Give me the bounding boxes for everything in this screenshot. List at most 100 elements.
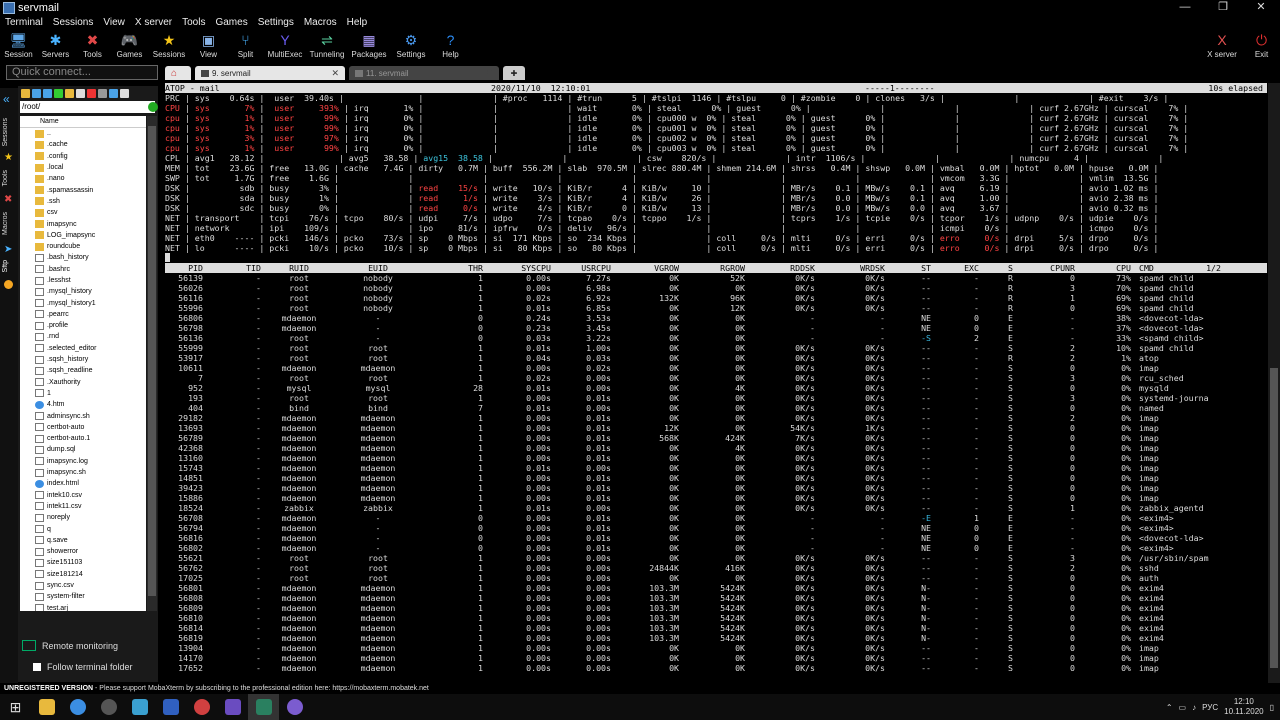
table-row[interactable]: 17025- root root 1 0.00s 0.00s 0K 0K 0K/s 0K/s -- -… [165, 573, 1267, 583]
packages-button[interactable]: ▦ Packages [348, 29, 390, 63]
list-item[interactable]: .nano [20, 173, 146, 184]
games-button[interactable]: 🎮 Games [111, 29, 148, 63]
taskbar-app-3[interactable] [93, 694, 124, 720]
collapse-icon[interactable]: « [3, 92, 10, 106]
list-item[interactable]: .Xauthority [20, 377, 146, 388]
table-row[interactable]: 56810 - mdaemon mdaemon 1 0.00s 0.00s 103.3M 542… [165, 613, 1267, 623]
menu-terminal[interactable]: Terminal [0, 17, 48, 28]
x-server-button[interactable]: X X server [1201, 29, 1243, 59]
table-row[interactable]: 39423 - mdaemon mdaemon 1 0.00s 0.01s 0K 0K 0K/s 0… [165, 483, 1267, 493]
table-row[interactable]: 29182 - mdaemon mdaemon 1 0.00s 0.01s 0K 0K 0K/s 0… [165, 413, 1267, 423]
home-tab[interactable]: ⌂ [165, 66, 191, 80]
table-row[interactable]: 10611 - mdaemon mdaemon 1 0.00s 0.02s 0K 0K 0K/s 0… [165, 363, 1267, 373]
table-row[interactable]: 56809 - mdaemon mdaemon 1 0.00s 0.00s 103.3M 542… [165, 603, 1267, 613]
status-text[interactable]: - Please support MobaXterm by subscribin… [93, 685, 429, 692]
multiexec-button[interactable]: Y MultiExec [264, 29, 306, 63]
table-row[interactable]: 7- root root 1 0.02s 0.00s 0K 0K 0K/s 0K/s -- - S 3 0%… [165, 373, 1267, 383]
path-input[interactable]: /root/ [20, 101, 158, 113]
table-row[interactable]: 56708 - mdaemon - 0 0.00s 0.01s 0K 0K - - -E 1 E - 0% <e… [165, 513, 1267, 523]
table-row[interactable]: 56806 - mdaemon - 0 0.24s 3.53s 0K 0K - - NE 0 E - 38% <… [165, 313, 1267, 323]
table-row[interactable]: 55999- root root 1 0.01s 1.00s 0K 0K 0K/s 0K/s -- -… [165, 343, 1267, 353]
table-row[interactable]: 13160 - mdaemon mdaemon 1 0.00s 0.01s 0K 0K 0K/s 0… [165, 453, 1267, 463]
list-item[interactable]: q [20, 523, 146, 534]
settings-button[interactable]: ⚙ Settings [390, 29, 432, 63]
exit-button[interactable]: ⏻ Exit [1243, 29, 1280, 60]
table-row[interactable]: 15743 - mdaemon mdaemon 1 0.01s 0.00s 0K 0K 0K/s 0… [165, 463, 1267, 473]
close-tab-icon[interactable]: ✕ [485, 68, 493, 79]
table-row[interactable]: 13904 - mdaemon mdaemon 1 0.00s 0.00s 0K 0K 0K/s 0… [165, 643, 1267, 653]
taskbar-app-7[interactable] [217, 694, 248, 720]
list-item[interactable]: sync.csv [20, 580, 146, 591]
table-row[interactable]: 42368 - mdaemon mdaemon 1 0.00s 0.01s 0K 4K 0K/s 0… [165, 443, 1267, 453]
servers-button[interactable]: ✱ Servers [37, 29, 74, 63]
list-item[interactable]: 4.htm [20, 399, 146, 410]
list-item[interactable]: roundcube [20, 241, 146, 252]
new-file-icon[interactable] [76, 88, 85, 98]
table-row[interactable]: 56139 - root nobody 1 0.00s 7.27s 0K 52K 0K/s 0K/s… [165, 273, 1267, 283]
table-row[interactable]: 53917- root root 1 0.04s 0.03s 0K 0K 0K/s 0K/s -- -… [165, 353, 1267, 363]
file-list-header[interactable]: Name [20, 116, 146, 128]
menu-tools[interactable]: Tools [177, 17, 210, 28]
list-item[interactable]: certbot-auto [20, 422, 146, 433]
file-list-scrollbar[interactable] [147, 116, 157, 611]
refresh-icon[interactable] [54, 88, 63, 98]
scrollbar-thumb[interactable] [148, 126, 156, 596]
table-row[interactable]: 56819 - mdaemon mdaemon 1 0.00s 0.00s 103.3M 542… [165, 633, 1267, 643]
list-item[interactable]: .lesshst [20, 275, 146, 286]
list-item[interactable]: dump.sql [20, 444, 146, 455]
checkbox-icon[interactable] [33, 663, 41, 671]
side-tab-macros[interactable]: Macros [2, 212, 9, 235]
list-item[interactable]: imapsync.sh [20, 467, 146, 478]
terminal-scrollbar-thumb[interactable] [1270, 368, 1278, 668]
rename-icon[interactable] [98, 88, 107, 98]
table-row[interactable]: 952- mysql mysql 28 0.01s 0.00s 0K 4K 0K/s 0K/s --… [165, 383, 1267, 393]
list-item[interactable]: size181214 [20, 569, 146, 580]
list-item[interactable]: .config [20, 151, 146, 162]
list-item[interactable]: adminsync.sh [20, 410, 146, 421]
taskbar-explorer[interactable] [31, 694, 62, 720]
table-row[interactable]: 17652 - mdaemon mdaemon 1 0.00s 0.00s 0K 0K 0K/s 0… [165, 663, 1267, 673]
table-row[interactable]: 56801 - mdaemon mdaemon 1 0.00s 0.00s 103.3M 542… [165, 583, 1267, 593]
table-row[interactable]: 56116 - root nobody 1 0.02s 6.92s 132K 96K 0K/s 0K… [165, 293, 1267, 303]
table-row[interactable]: 56762 - root root 1 0.00s 0.00s 24844K 416K 0K/s 0… [165, 563, 1267, 573]
list-item[interactable]: showerror [20, 546, 146, 557]
side-tab-sessions[interactable]: Sessions [2, 118, 9, 146]
list-item[interactable]: size151103 [20, 557, 146, 568]
table-row[interactable]: 15886 - mdaemon mdaemon 1 0.00s 0.01s 0K 0K 0K/s 0… [165, 493, 1267, 503]
tab-servmail-9[interactable]: 9. servmail ✕ [195, 66, 345, 80]
clock[interactable]: 12:10 10.11.2020 [1224, 697, 1263, 717]
table-row[interactable]: 56136 - root - 0 0.03s 3.22s 0K 0K - - -S 2 E - 33% <spa… [165, 333, 1267, 343]
list-item[interactable]: .ssh [20, 196, 146, 207]
taskbar-mobaxterm[interactable] [248, 694, 279, 720]
notification-icon[interactable]: ▯ [1270, 703, 1274, 712]
list-item[interactable]: .sqsh_history [20, 354, 146, 365]
menu-view[interactable]: View [98, 17, 130, 28]
taskbar-app-5[interactable] [155, 694, 186, 720]
follow-folder-checkbox[interactable]: Follow terminal folder [33, 662, 133, 672]
table-row[interactable]: 56814 - mdaemon mdaemon 1 0.00s 0.00s 103.3M 542… [165, 623, 1267, 633]
menu-macros[interactable]: Macros [299, 17, 342, 28]
list-item[interactable]: csv [20, 207, 146, 218]
list-item[interactable]: .pearrc [20, 309, 146, 320]
download-icon[interactable] [32, 88, 41, 98]
text-edit-icon[interactable] [120, 88, 129, 98]
list-item[interactable]: noreply [20, 512, 146, 523]
list-item[interactable]: certbot-auto.1 [20, 433, 146, 444]
close-tab-icon[interactable]: ✕ [331, 68, 339, 79]
new-tab-button[interactable]: ✚ [503, 66, 525, 80]
list-item[interactable]: intek11.csv [20, 501, 146, 512]
taskbar-viber[interactable] [279, 694, 310, 720]
list-item[interactable]: intek10.csv [20, 490, 146, 501]
sessions-button[interactable]: ★ Sessions [148, 29, 190, 63]
table-row[interactable]: 18524 - zabbix zabbix 1 0.01s 0.00s 0K 0K 0K/s 0K/… [165, 503, 1267, 513]
split-button[interactable]: ⑂ Split [227, 29, 264, 63]
list-item[interactable]: .mysql_history1 [20, 297, 146, 308]
list-item[interactable]: .spamassassin [20, 184, 146, 195]
tray-speaker-icon[interactable]: ♪ [1192, 703, 1196, 712]
list-item[interactable]: .bashrc [20, 264, 146, 275]
tools-button[interactable]: ✖ Tools [74, 29, 111, 63]
table-row[interactable]: 14851 - mdaemon mdaemon 1 0.00s 0.01s 0K 0K 0K/s 0… [165, 473, 1267, 483]
table-row[interactable]: 56816 - mdaemon - 0 0.00s 0.01s 0K 0K - - NE 0 E - 0% <d… [165, 533, 1267, 543]
table-row[interactable]: 56789 - mdaemon mdaemon 1 0.00s 0.01s 568K 424K 7… [165, 433, 1267, 443]
start-button[interactable]: ⊞ [0, 694, 31, 720]
